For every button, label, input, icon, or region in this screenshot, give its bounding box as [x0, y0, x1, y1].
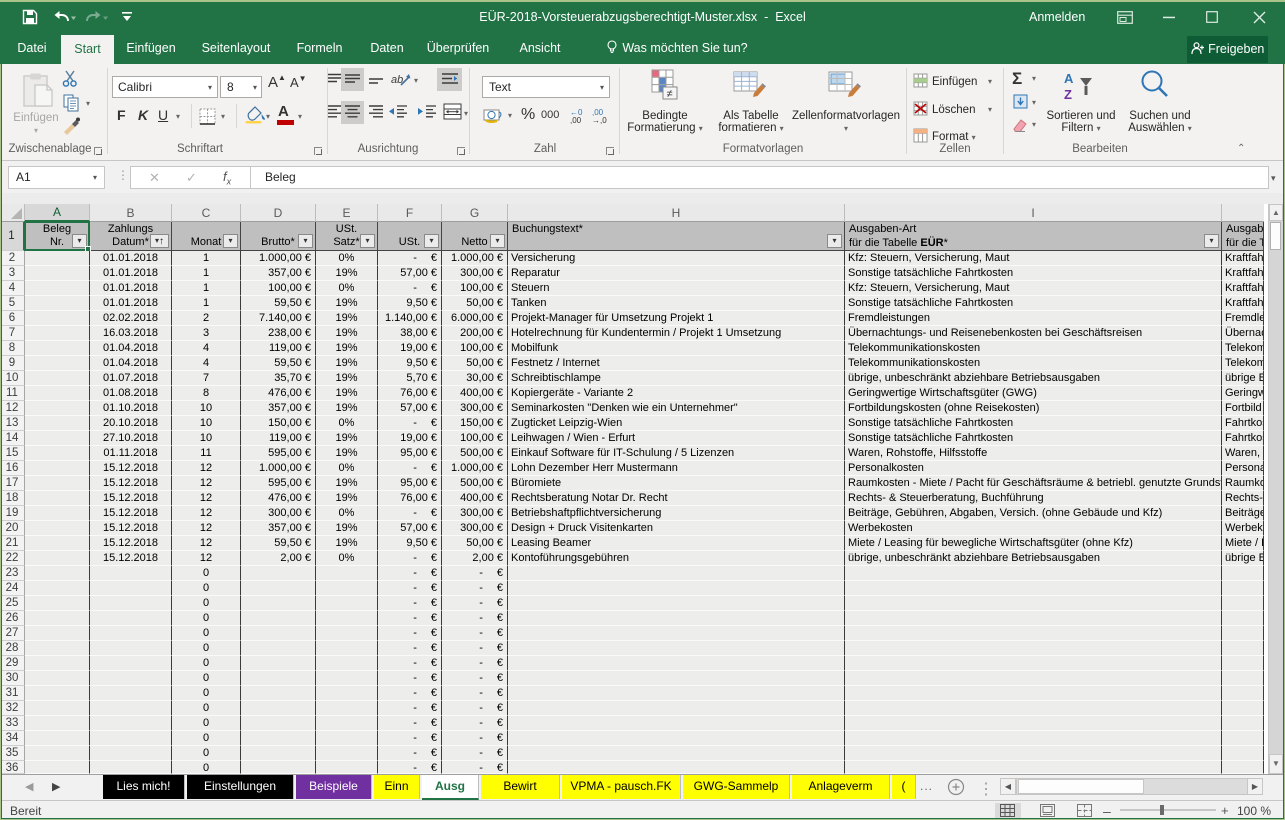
svg-text:Z: Z [1064, 87, 1072, 102]
svg-text:→,0: →,0 [592, 116, 607, 124]
svg-text:A: A [1064, 71, 1074, 86]
svg-text:,00: ,00 [570, 116, 582, 124]
svg-text:≠: ≠ [667, 88, 673, 100]
